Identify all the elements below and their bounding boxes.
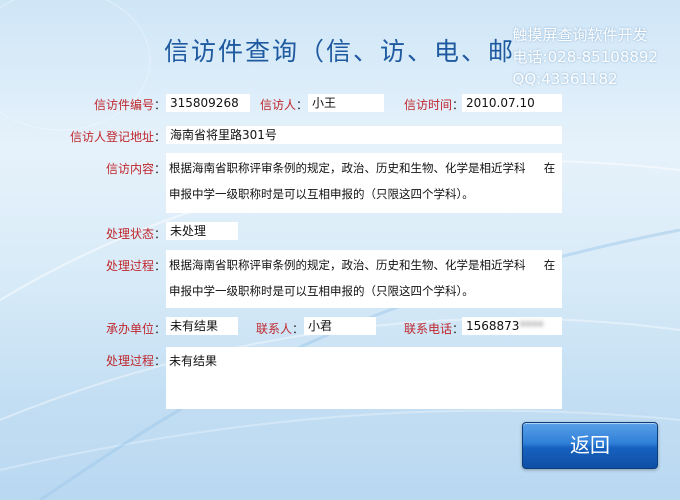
petitioner-label: 信访人： (259, 98, 308, 112)
content-label: 信访内容： (105, 162, 166, 176)
phone-field: 1568873**** (462, 317, 562, 335)
petition-time-field: 2010.07.10 (462, 94, 562, 112)
process-field-1: 根据海南省职称评审条例的规定，政治、历史和生物、化学是相近学科 在申报中学一级职… (166, 250, 562, 308)
unit-label: 承办单位： (105, 322, 166, 336)
status-field: 未处理 (166, 222, 238, 240)
vendor-qq: QQ:43361182 (512, 70, 618, 88)
contact-label: 联系人： (255, 322, 304, 336)
case-number-field: 315809268 (166, 94, 250, 112)
back-button[interactable]: 返回 (522, 422, 658, 469)
phone-label: 联系电话： (403, 322, 464, 336)
status-label: 处理状态： (105, 227, 166, 241)
page-title: 信访件查询（信、访、电、邮 (164, 37, 516, 66)
vendor-line-1: 触摸屏查询软件开发 (512, 26, 648, 44)
case-number-label: 信访件编号： (93, 98, 166, 112)
unit-field: 未有结果 (166, 317, 238, 335)
vendor-phone: 电话:028-85108892 (512, 48, 658, 66)
vendor-info: 触摸屏查询软件开发 电话:028-85108892 QQ:43361182 (513, 24, 658, 90)
process-label-2: 处理过程： (105, 354, 166, 368)
phone-redacted: **** (519, 319, 544, 333)
petition-time-label: 信访时间： (403, 98, 464, 112)
contact-field: 小君 (304, 317, 376, 335)
process-label-1: 处理过程： (105, 259, 166, 273)
phone-value: 1568873 (466, 319, 520, 333)
address-field: 海南省将里路301号 (166, 126, 562, 144)
content-field: 根据海南省职称评审条例的规定，政治、历史和生物、化学是相近学科 在申报中学一级职… (166, 153, 562, 213)
petitioner-field: 小王 (308, 94, 384, 112)
process-field-2: 未有结果 (166, 347, 562, 409)
address-label: 信访人登记地址： (69, 130, 166, 144)
